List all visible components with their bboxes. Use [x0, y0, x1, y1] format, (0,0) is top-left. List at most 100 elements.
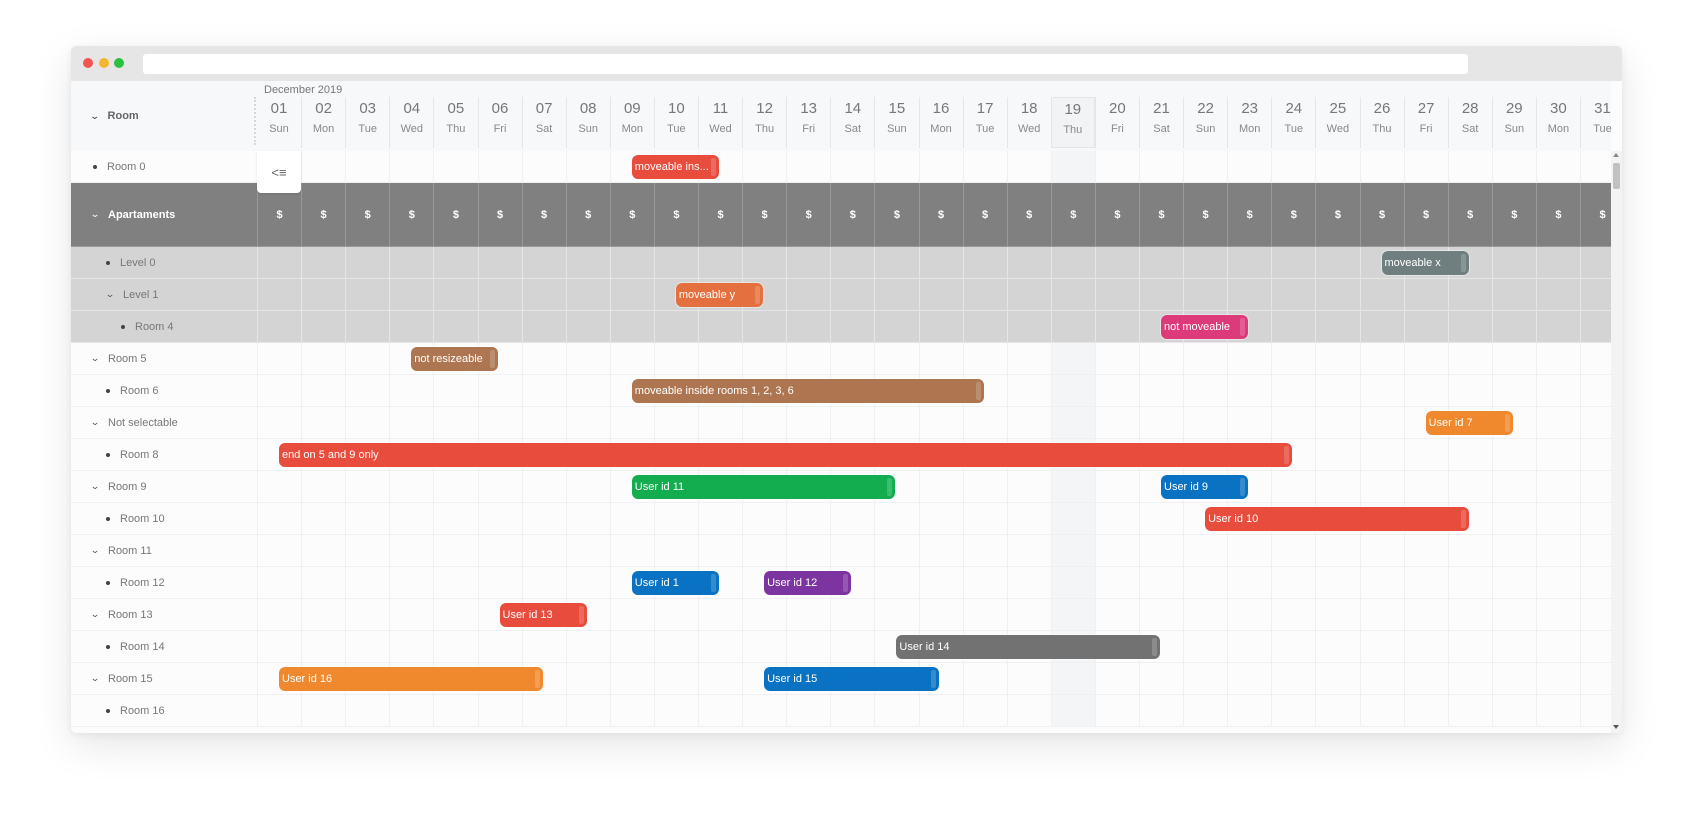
- timeline-cell[interactable]: [521, 343, 566, 374]
- timeline-cell[interactable]: [1535, 471, 1580, 502]
- timeline-cell[interactable]: [1403, 567, 1448, 598]
- timeline-cell[interactable]: [1535, 311, 1580, 342]
- timeline-cell[interactable]: [653, 695, 698, 726]
- timeline-cell[interactable]: [1403, 695, 1448, 726]
- timeline-cell[interactable]: [301, 535, 345, 566]
- timeline-cell[interactable]: [1271, 663, 1315, 694]
- timeline-cell[interactable]: [1535, 599, 1580, 630]
- timeline-cell[interactable]: [1183, 279, 1227, 310]
- timeline-cell[interactable]: [1535, 247, 1580, 278]
- timeline-cell[interactable]: [962, 503, 1007, 534]
- timeline-cell[interactable]: [345, 407, 389, 438]
- day-header[interactable]: 14 Sat: [830, 97, 874, 148]
- scroll-down-icon[interactable]: [1613, 725, 1619, 729]
- timeline-cell[interactable]: [1403, 375, 1448, 406]
- timeline-cell[interactable]: $: [698, 183, 742, 246]
- day-header[interactable]: 11 Wed: [698, 97, 742, 148]
- resource-label[interactable]: ⌄ Apartaments: [71, 183, 257, 246]
- timeline-cell[interactable]: [301, 503, 345, 534]
- timeline-cell[interactable]: [698, 631, 742, 662]
- day-header[interactable]: 16 Mon: [918, 97, 963, 148]
- timeline-cell[interactable]: [1006, 695, 1051, 726]
- timeline-cell[interactable]: [1359, 599, 1404, 630]
- event-bar[interactable]: User id 16: [279, 666, 543, 691]
- timeline-cell[interactable]: [389, 503, 433, 534]
- timeline-cell[interactable]: [301, 343, 345, 374]
- timeline-cell[interactable]: [962, 599, 1007, 630]
- timeline-cell[interactable]: [698, 695, 742, 726]
- day-header[interactable]: 08 Sun: [565, 97, 610, 148]
- timeline-cell[interactable]: [1315, 471, 1359, 502]
- timeline-cell[interactable]: [609, 631, 654, 662]
- resource-label[interactable]: ⌄ Room 9: [71, 471, 257, 502]
- resize-handle[interactable]: [1284, 445, 1290, 464]
- timeline-cell[interactable]: [345, 279, 389, 310]
- timeline-cell[interactable]: [1006, 311, 1051, 342]
- timeline-cell[interactable]: [1271, 151, 1315, 182]
- minimize-window-button[interactable]: [99, 58, 109, 68]
- event-bar[interactable]: User id 9: [1161, 474, 1249, 499]
- timeline-cell[interactable]: [1227, 567, 1271, 598]
- timeline-cell[interactable]: [874, 151, 918, 182]
- timeline-cell[interactable]: [1491, 375, 1536, 406]
- timeline-cell[interactable]: [1491, 503, 1536, 534]
- timeline-cell[interactable]: [1183, 535, 1227, 566]
- timeline-cell[interactable]: [1183, 247, 1227, 278]
- timeline-cell[interactable]: [1315, 247, 1359, 278]
- timeline-cell[interactable]: [1227, 375, 1271, 406]
- timeline-cell[interactable]: [1271, 311, 1315, 342]
- resize-handle[interactable]: [1460, 253, 1466, 272]
- resource-label[interactable]: Room 6: [71, 375, 257, 406]
- timeline-cell[interactable]: [1050, 663, 1095, 694]
- timeline-cell[interactable]: [1227, 407, 1271, 438]
- timeline-cell[interactable]: [1094, 407, 1139, 438]
- timeline-cell[interactable]: [521, 567, 566, 598]
- timeline-cell[interactable]: [433, 311, 477, 342]
- timeline-cell[interactable]: [257, 503, 301, 534]
- timeline-cell[interactable]: [1094, 343, 1139, 374]
- timeline-cell[interactable]: $: [1271, 183, 1315, 246]
- timeline-cell[interactable]: [257, 471, 301, 502]
- timeline-cell[interactable]: [918, 695, 963, 726]
- timeline-cell[interactable]: [477, 631, 522, 662]
- timeline-cell[interactable]: [1094, 471, 1139, 502]
- timeline-cell[interactable]: [1491, 471, 1536, 502]
- timeline-cell[interactable]: [830, 535, 874, 566]
- timeline-cell[interactable]: [1227, 631, 1271, 662]
- resize-handle[interactable]: [710, 157, 716, 176]
- timeline-cell[interactable]: [1271, 471, 1315, 502]
- timeline-cell[interactable]: [521, 311, 566, 342]
- scroll-up-icon[interactable]: [1613, 153, 1619, 157]
- timeline-cell[interactable]: [1050, 151, 1095, 182]
- resource-label[interactable]: Room 0: [71, 151, 257, 182]
- timeline-cell[interactable]: [1491, 311, 1536, 342]
- timeline-cell[interactable]: [477, 535, 522, 566]
- timeline-cell[interactable]: [257, 343, 301, 374]
- timeline-cell[interactable]: [565, 663, 610, 694]
- timeline-cell[interactable]: $: [1139, 183, 1183, 246]
- timeline-cell[interactable]: [962, 663, 1007, 694]
- timeline-cell[interactable]: [1094, 567, 1139, 598]
- timeline-cell[interactable]: [1535, 663, 1580, 694]
- timeline-cell[interactable]: [830, 631, 874, 662]
- timeline-cell[interactable]: [1447, 631, 1492, 662]
- timeline-cell[interactable]: [742, 599, 786, 630]
- timeline-cell[interactable]: [830, 343, 874, 374]
- timeline-cell[interactable]: [301, 247, 345, 278]
- timeline-cell[interactable]: [345, 599, 389, 630]
- timeline-cell[interactable]: [477, 151, 522, 182]
- timeline-cell[interactable]: [433, 375, 477, 406]
- timeline-cell[interactable]: [1315, 279, 1359, 310]
- event-bar[interactable]: moveable ins...: [631, 154, 719, 179]
- scrollbar-thumb[interactable]: [1613, 163, 1620, 189]
- timeline-cell[interactable]: [874, 343, 918, 374]
- day-header[interactable]: 26 Thu: [1359, 97, 1404, 148]
- timeline-cell[interactable]: [1050, 535, 1095, 566]
- timeline-cell[interactable]: [962, 247, 1007, 278]
- timeline-cell[interactable]: [389, 407, 433, 438]
- day-header[interactable]: 03 Tue: [345, 97, 389, 148]
- timeline-cell[interactable]: [786, 343, 830, 374]
- timeline-cell[interactable]: [477, 375, 522, 406]
- chevron-down-icon[interactable]: ⌄: [105, 289, 115, 300]
- timeline-cell[interactable]: [742, 311, 786, 342]
